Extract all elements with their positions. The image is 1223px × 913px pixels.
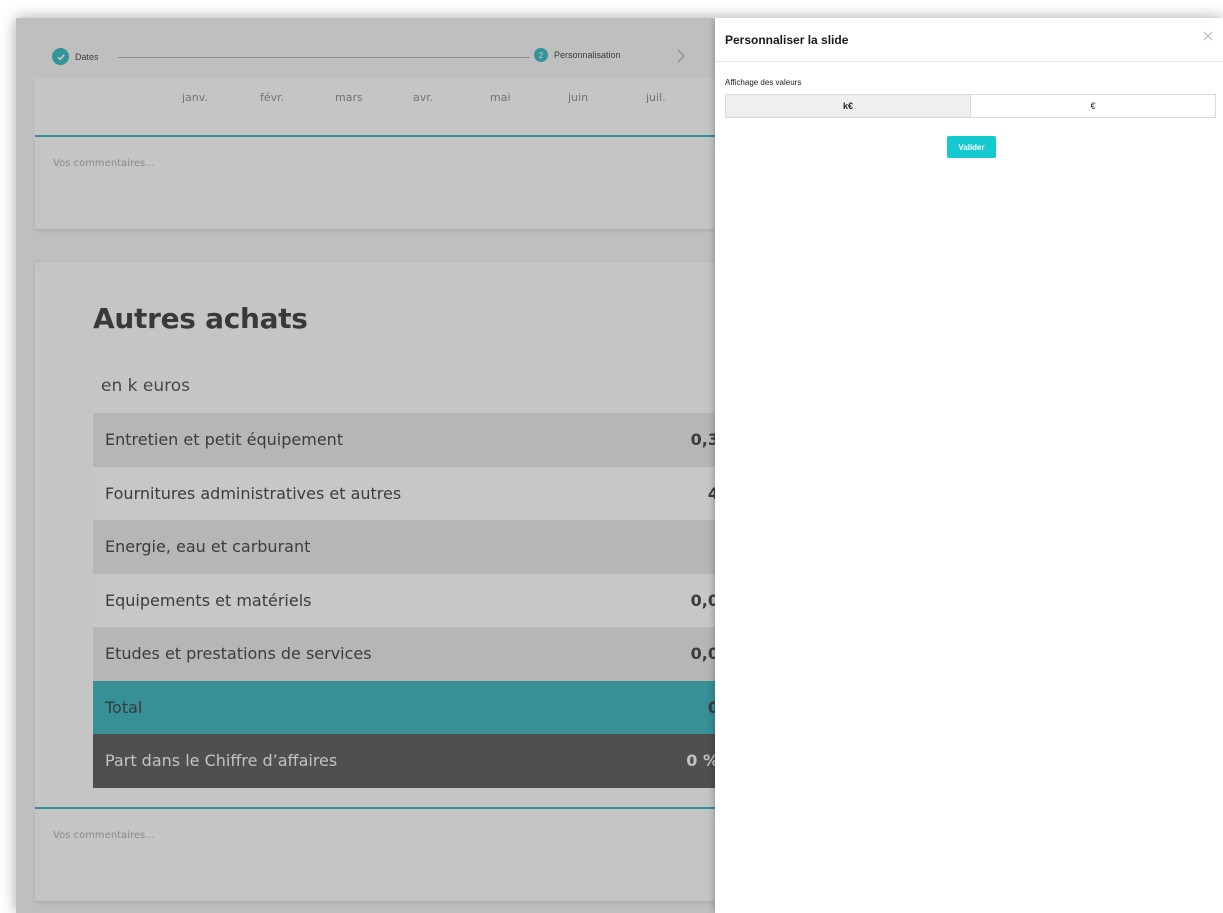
close-icon[interactable] (1201, 29, 1215, 43)
panel-header: Personnaliser la slide (715, 18, 1223, 62)
values-display-label: Affichage des valeurs (725, 78, 802, 87)
panel-title: Personnaliser la slide (725, 33, 849, 47)
option-k-euro[interactable]: k€ (726, 95, 971, 117)
values-display-toggle: k€ € (725, 94, 1216, 118)
validate-button[interactable]: Valider (947, 136, 996, 158)
customize-slide-panel: Personnaliser la slide Affichage des val… (715, 18, 1223, 913)
option-euro[interactable]: € (971, 95, 1215, 117)
modal-backdrop[interactable] (16, 18, 715, 913)
app-window: Dates 2 Personnalisation janv. févr. mar… (16, 18, 1223, 913)
